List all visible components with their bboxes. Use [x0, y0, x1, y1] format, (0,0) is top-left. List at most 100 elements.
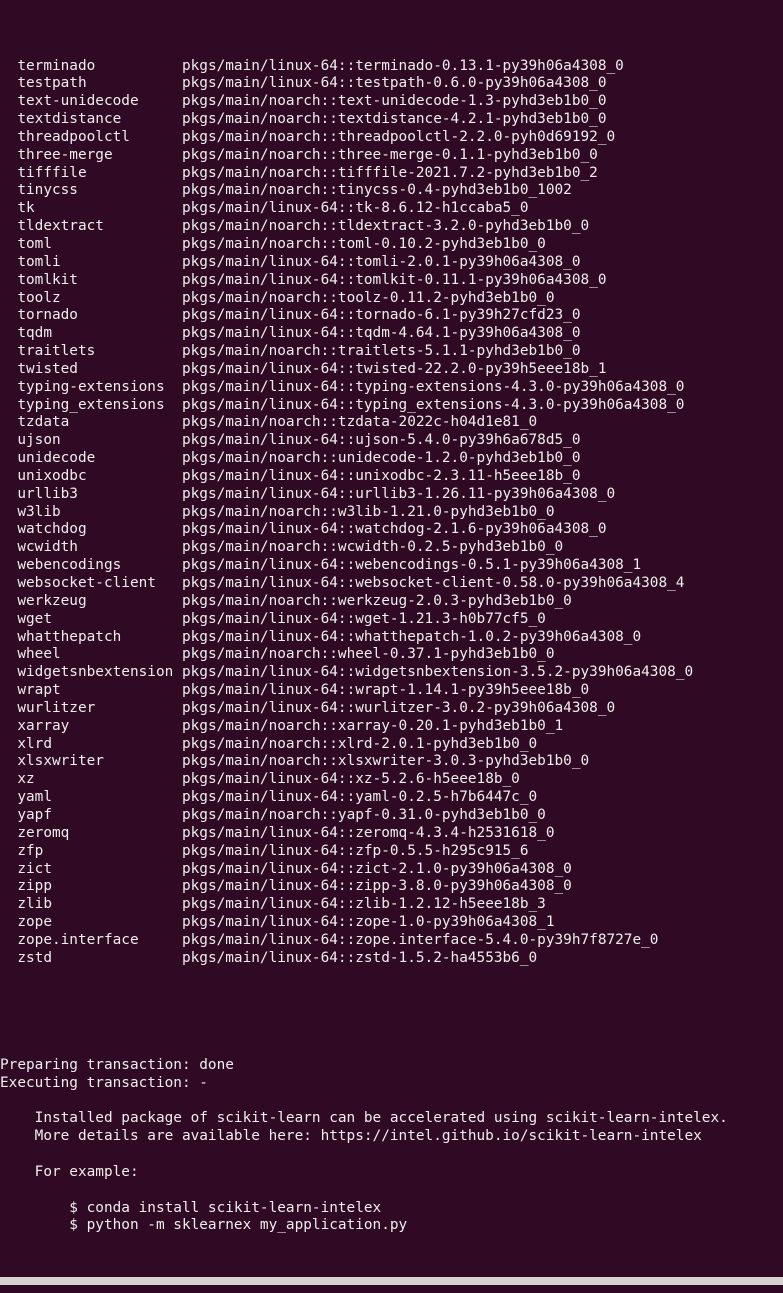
package-spec: pkgs/main/linux-64::wget-1.21.3-h0b77cf5…: [181, 610, 546, 627]
package-name: zeromq: [0, 824, 182, 841]
package-row: terminado pkgs/main/linux-64::terminado-…: [0, 58, 783, 76]
output-line: Installed package of scikit-learn can be…: [0, 1110, 728, 1127]
package-name: zipp: [0, 878, 182, 895]
package-name: zlib: [0, 896, 182, 913]
package-row: twisted pkgs/main/linux-64::twisted-22.2…: [0, 361, 783, 379]
package-spec: pkgs/main/noarch::xarray-0.20.1-pyhd3eb1…: [181, 717, 564, 734]
package-name: xz: [0, 771, 182, 788]
package-row: toolz pkgs/main/noarch::toolz-0.11.2-pyh…: [0, 290, 783, 308]
package-row: wrapt pkgs/main/linux-64::wrapt-1.14.1-p…: [0, 682, 783, 700]
package-name: zope: [0, 914, 182, 931]
package-name: traitlets: [0, 343, 182, 360]
package-row: webencodings pkgs/main/linux-64::webenco…: [0, 557, 783, 575]
package-spec: pkgs/main/noarch::tldextract-3.2.0-pyhd3…: [181, 218, 590, 235]
package-name: tomli: [0, 253, 182, 270]
package-row: three-merge pkgs/main/noarch::three-merg…: [0, 147, 783, 165]
package-row: typing_extensions pkgs/main/linux-64::ty…: [0, 397, 783, 415]
output-line: $ python -m sklearnex my_application.py: [0, 1217, 408, 1234]
package-spec: pkgs/main/noarch::toml-0.10.2-pyhd3eb1b0…: [181, 235, 546, 252]
package-row: tomli pkgs/main/linux-64::tomli-2.0.1-py…: [0, 254, 783, 272]
package-name: tk: [0, 200, 182, 217]
package-row: tinycss pkgs/main/noarch::tinycss-0.4-py…: [0, 182, 783, 200]
package-name: unixodbc: [0, 467, 182, 484]
package-spec: pkgs/main/noarch::threadpoolctl-2.2.0-py…: [181, 128, 616, 145]
package-row: xarray pkgs/main/noarch::xarray-0.20.1-p…: [0, 718, 783, 736]
package-name: watchdog: [0, 521, 182, 538]
package-spec: pkgs/main/noarch::three-merge-0.1.1-pyhd…: [181, 146, 598, 163]
package-spec: pkgs/main/linux-64::whatthepatch-1.0.2-p…: [181, 628, 642, 645]
package-name: xlsxwriter: [0, 753, 182, 770]
package-spec: pkgs/main/linux-64::twisted-22.2.0-py39h…: [181, 360, 607, 377]
package-spec: pkgs/main/linux-64::typing_extensions-4.…: [181, 396, 685, 413]
package-name: websocket-client: [0, 575, 182, 591]
package-row: wcwidth pkgs/main/noarch::wcwidth-0.2.5-…: [0, 539, 783, 557]
package-row: tornado pkgs/main/linux-64::tornado-6.1-…: [0, 307, 783, 325]
package-row: zlib pkgs/main/linux-64::zlib-1.2.12-h5e…: [0, 896, 783, 914]
package-name: wurlitzer: [0, 699, 182, 716]
package-name: tomlkit: [0, 271, 182, 288]
package-row: unixodbc pkgs/main/linux-64::unixodbc-2.…: [0, 468, 783, 486]
package-spec: pkgs/main/linux-64::yaml-0.2.5-h7b6447c_…: [181, 789, 538, 806]
package-spec: pkgs/main/linux-64::tomlkit-0.11.1-py39h…: [181, 271, 607, 288]
package-spec: pkgs/main/linux-64::webencodings-0.5.1-p…: [181, 557, 642, 574]
terminal-window[interactable]: terminado pkgs/main/linux-64::terminado-…: [0, 0, 783, 1285]
package-name: whatthepatch: [0, 628, 182, 645]
package-name: wrapt: [0, 682, 182, 699]
package-spec: pkgs/main/noarch::toolz-0.11.2-pyhd3eb1b…: [181, 289, 555, 306]
package-spec: pkgs/main/linux-64::ujson-5.4.0-py39h6a6…: [181, 432, 581, 449]
package-spec: pkgs/main/linux-64::websocket-client-0.5…: [181, 575, 685, 591]
package-spec: pkgs/main/noarch::text-unidecode-1.3-pyh…: [181, 93, 607, 110]
package-name: unidecode: [0, 450, 182, 467]
package-name: werkzeug: [0, 592, 182, 609]
package-spec: pkgs/main/linux-64::zict-2.1.0-py39h06a4…: [181, 860, 572, 877]
package-row: ujson pkgs/main/linux-64::ujson-5.4.0-py…: [0, 432, 783, 450]
package-row: tzdata pkgs/main/noarch::tzdata-2022c-h0…: [0, 414, 783, 432]
package-spec: pkgs/main/noarch::wcwidth-0.2.5-pyhd3eb1…: [181, 539, 564, 556]
package-row: xlrd pkgs/main/noarch::xlrd-2.0.1-pyhd3e…: [0, 736, 783, 754]
package-row: zstd pkgs/main/linux-64::zstd-1.5.2-ha45…: [0, 950, 783, 968]
package-name: webencodings: [0, 557, 182, 574]
package-spec: pkgs/main/linux-64::testpath-0.6.0-py39h…: [181, 75, 607, 92]
package-row: tk pkgs/main/linux-64::tk-8.6.12-h1ccaba…: [0, 200, 783, 218]
package-name: tornado: [0, 307, 182, 324]
package-spec: pkgs/main/linux-64::zipp-3.8.0-py39h06a4…: [181, 878, 572, 895]
package-spec: pkgs/main/linux-64::wrapt-1.14.1-py39h5e…: [181, 682, 590, 699]
package-row: w3lib pkgs/main/noarch::w3lib-1.21.0-pyh…: [0, 504, 783, 522]
package-row: watchdog pkgs/main/linux-64::watchdog-2.…: [0, 521, 783, 539]
package-row: zfp pkgs/main/linux-64::zfp-0.5.5-h295c9…: [0, 843, 783, 861]
package-name: ujson: [0, 432, 182, 449]
terminal-screen[interactable]: terminado pkgs/main/linux-64::terminado-…: [0, 4, 783, 1285]
package-spec: pkgs/main/noarch::unidecode-1.2.0-pyhd3e…: [181, 450, 581, 467]
package-name: xarray: [0, 717, 182, 734]
package-name: three-merge: [0, 146, 182, 163]
package-row: whatthepatch pkgs/main/linux-64::whatthe…: [0, 629, 783, 647]
output-line: $ conda install scikit-learn-intelex: [0, 1199, 382, 1216]
package-row: threadpoolctl pkgs/main/noarch::threadpo…: [0, 129, 783, 147]
package-row: typing-extensions pkgs/main/linux-64::ty…: [0, 379, 783, 397]
package-name: toolz: [0, 289, 182, 306]
package-row: toml pkgs/main/noarch::toml-0.10.2-pyhd3…: [0, 236, 783, 254]
package-spec: pkgs/main/noarch::w3lib-1.21.0-pyhd3eb1b…: [181, 503, 555, 520]
package-row: zope pkgs/main/linux-64::zope-1.0-py39h0…: [0, 914, 783, 932]
package-spec: pkgs/main/linux-64::widgetsnbextension-3…: [181, 664, 694, 681]
package-name: text-unidecode: [0, 93, 182, 110]
package-row: zict pkgs/main/linux-64::zict-2.1.0-py39…: [0, 861, 783, 879]
output-line: For example:: [0, 1163, 139, 1180]
package-spec: pkgs/main/linux-64::urllib3-1.26.11-py39…: [181, 485, 616, 502]
package-spec: pkgs/main/linux-64::terminado-0.13.1-py3…: [181, 57, 624, 74]
package-spec: pkgs/main/linux-64::zeromq-4.3.4-h253161…: [181, 824, 555, 841]
package-row: wget pkgs/main/linux-64::wget-1.21.3-h0b…: [0, 611, 783, 629]
package-name: urllib3: [0, 485, 182, 502]
package-name: widgetsnbextension: [0, 664, 182, 681]
package-row: yapf pkgs/main/noarch::yapf-0.31.0-pyhd3…: [0, 807, 783, 825]
window-status-bar: [0, 1277, 783, 1285]
package-spec: pkgs/main/noarch::textdistance-4.2.1-pyh…: [181, 111, 607, 128]
package-name: zict: [0, 860, 182, 877]
